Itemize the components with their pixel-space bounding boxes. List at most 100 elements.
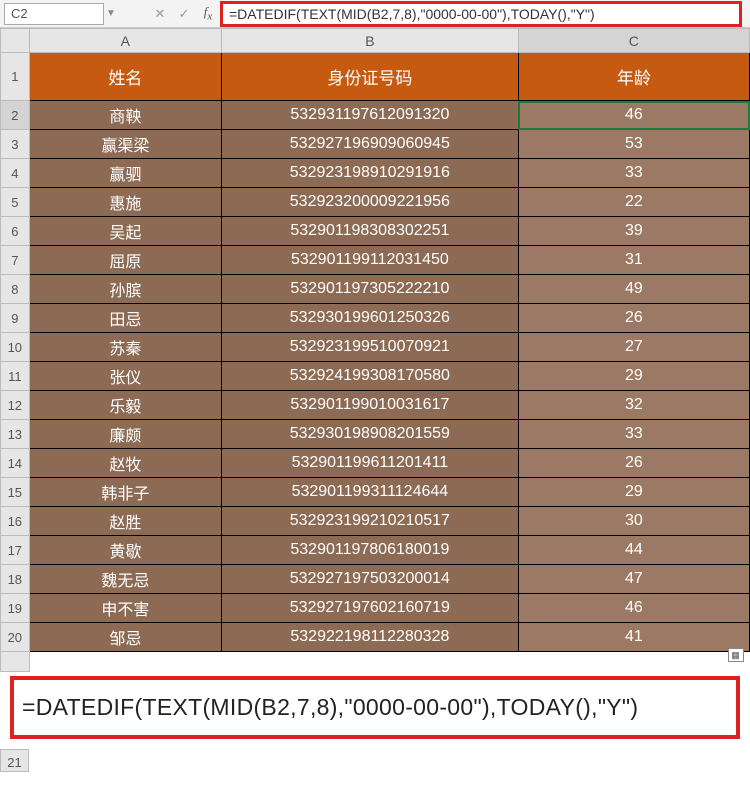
cell-C15[interactable]: 29 [518,478,749,507]
cell-B17[interactable]: 532901197806180019 [222,536,519,565]
cell-A12[interactable]: 乐毅 [29,391,221,420]
cell-A5[interactable]: 惠施 [29,188,221,217]
big-formula-callout: =DATEDIF(TEXT(MID(B2,7,8),"0000-00-00"),… [10,676,740,739]
cell-B12[interactable]: 532901199010031617 [222,391,519,420]
cell-B11[interactable]: 532924199308170580 [222,362,519,391]
cell-A4[interactable]: 赢驷 [29,159,221,188]
cell-A14[interactable]: 赵牧 [29,449,221,478]
row-header-2[interactable]: 2 [1,101,30,130]
row-header-16[interactable]: 16 [1,507,30,536]
cell-B7[interactable]: 532901199112031450 [222,246,519,275]
cell-B10[interactable]: 532923199510070921 [222,333,519,362]
header-cell-C[interactable]: 年龄 [518,53,749,101]
row-header-3[interactable]: 3 [1,130,30,159]
cell-C7[interactable]: 31 [518,246,749,275]
cell-B3[interactable]: 532927196909060945 [222,130,519,159]
cell-A11[interactable]: 张仪 [29,362,221,391]
cell-A9[interactable]: 田忌 [29,304,221,333]
cell-B18[interactable]: 532927197503200014 [222,565,519,594]
fx-icon[interactable]: fx [196,4,220,23]
cell-B19[interactable]: 532927197602160719 [222,594,519,623]
cell-C2[interactable]: 46 [518,101,749,130]
name-box[interactable]: C2 [4,3,104,25]
row-header-20[interactable]: 20 [1,623,30,652]
cell-A10[interactable]: 苏秦 [29,333,221,362]
cell-C3[interactable]: 53 [518,130,749,159]
row-header-1[interactable]: 1 [1,53,30,101]
spreadsheet-grid[interactable]: A B C 1姓名身份证号码年龄2商鞅532931197612091320463… [0,28,750,672]
cell-A6[interactable]: 吴起 [29,217,221,246]
row-header-10[interactable]: 10 [1,333,30,362]
cell-C16[interactable]: 30 [518,507,749,536]
row-header-21[interactable]: 21 [1,750,29,772]
row-header-17[interactable]: 17 [1,536,30,565]
cell-A18[interactable]: 魏无忌 [29,565,221,594]
select-all-corner[interactable] [1,29,30,53]
cell-C8[interactable]: 49 [518,275,749,304]
cell-B20[interactable]: 532922198112280328 [222,623,519,652]
cell-B6[interactable]: 532901198308302251 [222,217,519,246]
cell-C10[interactable]: 27 [518,333,749,362]
row-header-5[interactable]: 5 [1,188,30,217]
row-header-6[interactable]: 6 [1,217,30,246]
cell-C19[interactable]: 46 [518,594,749,623]
cell-C9[interactable]: 26 [518,304,749,333]
cell-A7[interactable]: 屈原 [29,246,221,275]
row-header-4[interactable]: 4 [1,159,30,188]
name-box-value: C2 [11,6,28,21]
formula-bar: C2 ▼ ✕ ✓ fx =DATEDIF(TEXT(MID(B2,7,8),"0… [0,0,750,28]
cell-B2[interactable]: 532931197612091320 [222,101,519,130]
col-header-C[interactable]: C [518,29,749,53]
autofill-hint-row: ▦ [1,652,750,672]
cell-A13[interactable]: 廉颇 [29,420,221,449]
accept-icon[interactable]: ✓ [172,6,196,22]
cell-B15[interactable]: 532901199311124644 [222,478,519,507]
cell-B8[interactable]: 532901197305222210 [222,275,519,304]
header-cell-B[interactable]: 身份证号码 [222,53,519,101]
row-header-14[interactable]: 14 [1,449,30,478]
cell-C20[interactable]: 41 [518,623,749,652]
row-header-7[interactable]: 7 [1,246,30,275]
row-header-8[interactable]: 8 [1,275,30,304]
row-header-11[interactable]: 11 [1,362,30,391]
cell-C11[interactable]: 29 [518,362,749,391]
cell-C5[interactable]: 22 [518,188,749,217]
formula-text: =DATEDIF(TEXT(MID(B2,7,8),"0000-00-00"),… [229,6,595,22]
col-header-A[interactable]: A [29,29,221,53]
cell-C14[interactable]: 26 [518,449,749,478]
row-header-19[interactable]: 19 [1,594,30,623]
cell-B5[interactable]: 532923200009221956 [222,188,519,217]
cell-C18[interactable]: 47 [518,565,749,594]
cell-A20[interactable]: 邹忌 [29,623,221,652]
col-header-B[interactable]: B [222,29,519,53]
header-cell-A[interactable]: 姓名 [29,53,221,101]
cell-B14[interactable]: 532901199611201411 [222,449,519,478]
row-header-18[interactable]: 18 [1,565,30,594]
cancel-icon[interactable]: ✕ [148,6,172,22]
formula-input[interactable]: =DATEDIF(TEXT(MID(B2,7,8),"0000-00-00"),… [220,1,742,27]
cell-C17[interactable]: 44 [518,536,749,565]
big-formula-text: =DATEDIF(TEXT(MID(B2,7,8),"0000-00-00"),… [22,694,638,720]
row-header-15[interactable]: 15 [1,478,30,507]
cell-A8[interactable]: 孙膑 [29,275,221,304]
cell-A17[interactable]: 黄歇 [29,536,221,565]
row-header-12[interactable]: 12 [1,391,30,420]
cell-C12[interactable]: 32 [518,391,749,420]
cell-A19[interactable]: 申不害 [29,594,221,623]
row-header-13[interactable]: 13 [1,420,30,449]
cell-B13[interactable]: 532930198908201559 [222,420,519,449]
autofill-options-icon[interactable]: ▦ [728,648,744,662]
column-header-row: A B C [1,29,750,53]
cell-C4[interactable]: 33 [518,159,749,188]
cell-B16[interactable]: 532923199210210517 [222,507,519,536]
cell-C13[interactable]: 33 [518,420,749,449]
cell-B9[interactable]: 532930199601250326 [222,304,519,333]
cell-A3[interactable]: 赢渠梁 [29,130,221,159]
cell-A16[interactable]: 赵胜 [29,507,221,536]
row-header-9[interactable]: 9 [1,304,30,333]
cell-A2[interactable]: 商鞅 [29,101,221,130]
cell-B4[interactable]: 532923198910291916 [222,159,519,188]
cell-C6[interactable]: 39 [518,217,749,246]
cell-A15[interactable]: 韩非子 [29,478,221,507]
name-box-dropdown-icon[interactable]: ▼ [104,8,118,19]
